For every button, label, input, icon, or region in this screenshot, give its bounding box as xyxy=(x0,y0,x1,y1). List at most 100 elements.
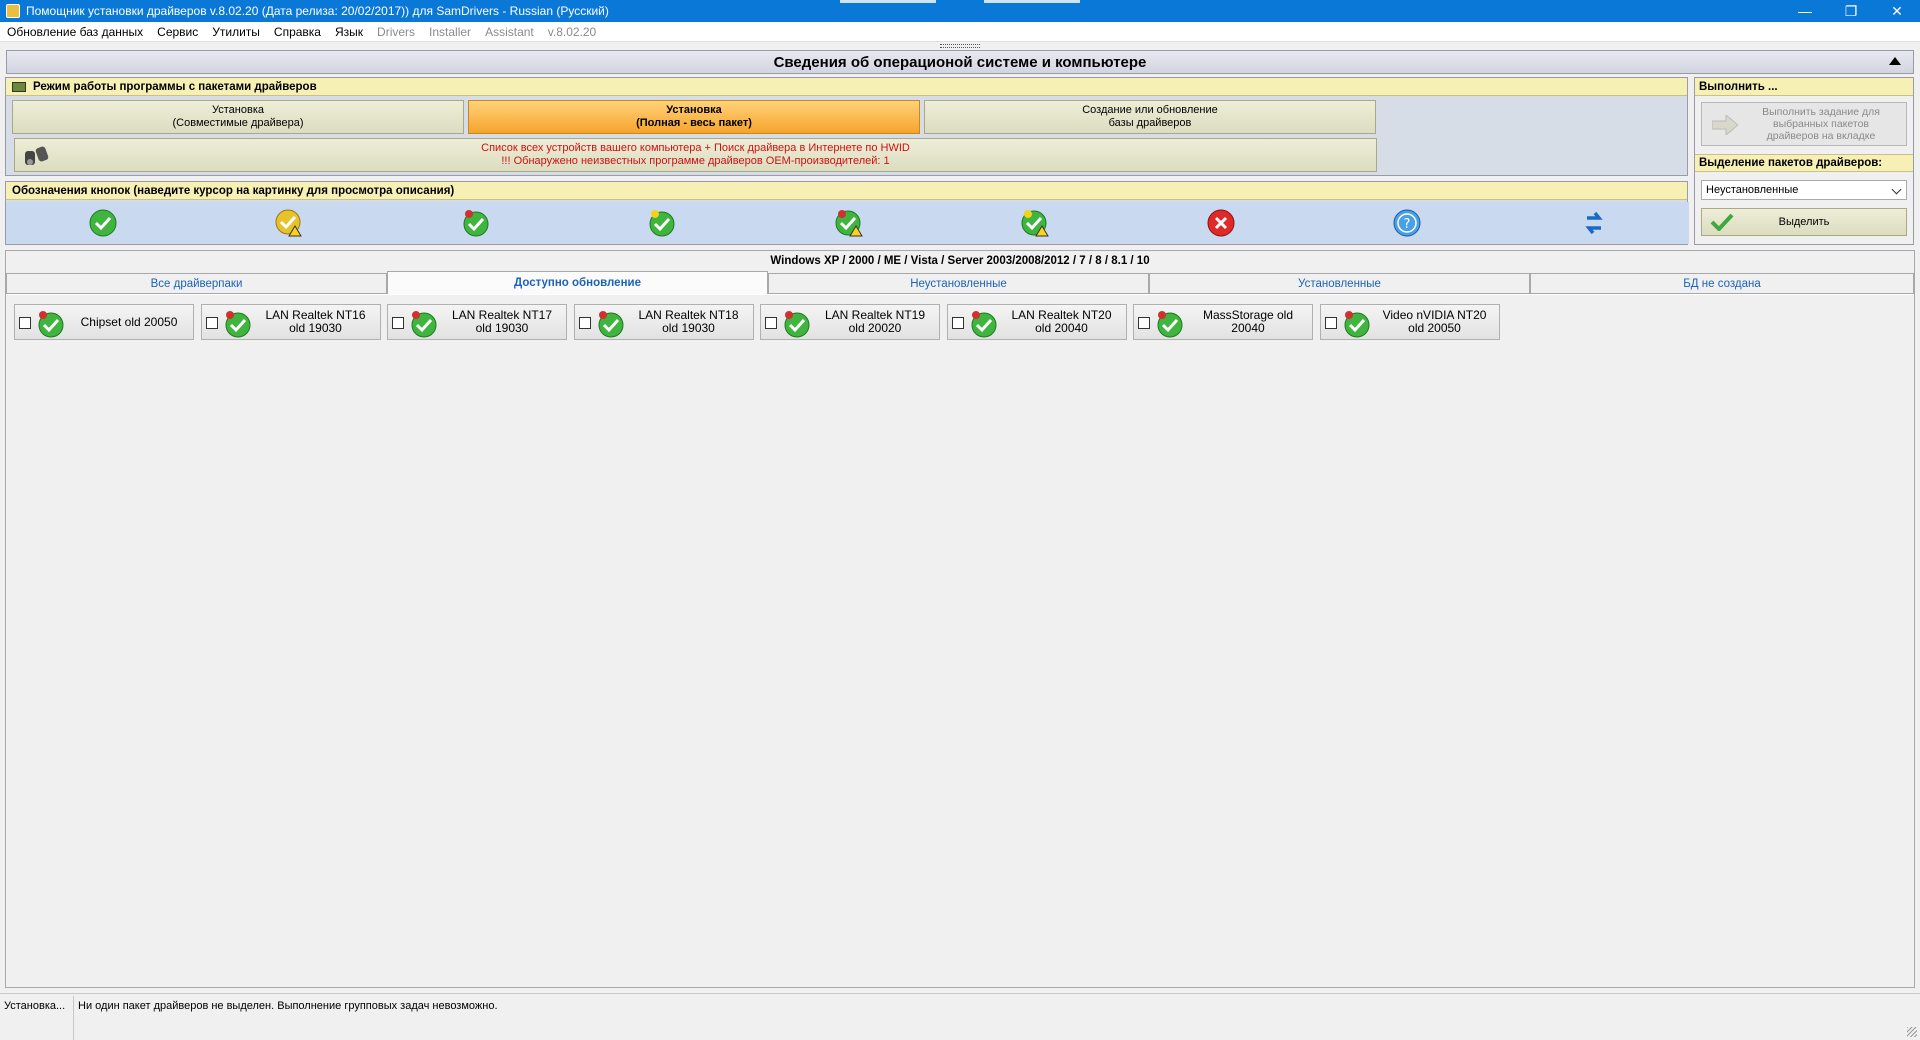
check-bulb-warning-icon[interactable] xyxy=(1020,208,1050,238)
minimize-button[interactable]: — xyxy=(1782,0,1828,22)
window-title: Помощник установки драйверов v.8.02.20 (… xyxy=(26,4,609,18)
package-label: Video nVIDIA NT20 old 20050 xyxy=(1382,308,1487,335)
os-versions-line: Windows XP / 2000 / ME / Vista / Server … xyxy=(770,255,1150,267)
legend-heading-text: Обозначения кнопок (наведите курсор на к… xyxy=(12,184,455,197)
update-check-icon xyxy=(411,311,437,338)
update-check-icon xyxy=(38,311,64,338)
menu-language[interactable]: Язык xyxy=(328,25,370,39)
chevron-down-icon xyxy=(1891,184,1902,195)
checkmark-icon xyxy=(1710,213,1734,231)
packages-area: Windows XP / 2000 / ME / Vista / Server … xyxy=(5,250,1915,988)
package-filter-value: Неустановленные xyxy=(1706,184,1799,196)
install-compatible-button[interactable]: Установка (Совместимые драйвера) xyxy=(12,100,464,134)
package-label: LAN Realtek NT19 old 20020 xyxy=(824,308,926,335)
device-list-line2: !!! Обнаружено неизвестных программе дра… xyxy=(501,155,890,167)
status-mode: Установка... xyxy=(4,1000,66,1012)
driver-package[interactable]: LAN Realtek NT16 old 19030 xyxy=(200,304,381,340)
refresh-arrows-icon[interactable] xyxy=(1579,208,1609,238)
menu-assistant: Assistant xyxy=(485,24,534,39)
package-checkbox[interactable] xyxy=(765,317,777,329)
menu-version: v.8.02.20 xyxy=(547,24,597,39)
execute-task-label: Выполнить задание для выбранных пакетов … xyxy=(1762,106,1880,142)
packages-list: Chipset old 20050 LAN Realtek NT16 old 19… xyxy=(6,294,1914,987)
package-checkbox[interactable] xyxy=(951,317,964,329)
driver-package[interactable]: Video nVIDIA NT20 old 20050 xyxy=(1319,304,1500,340)
error-x-icon[interactable] xyxy=(1206,208,1236,238)
check-bulb-icon[interactable] xyxy=(647,208,677,238)
package-checkbox[interactable] xyxy=(1324,317,1337,329)
tab-db-not-created[interactable]: БД не создана xyxy=(1530,273,1914,293)
panel-splitter[interactable] xyxy=(940,44,980,48)
tab-update-available[interactable]: Доступно обновление xyxy=(387,271,768,294)
button-line1: Установка xyxy=(212,104,264,116)
help-question-icon[interactable]: ? xyxy=(1392,208,1422,238)
package-label: MassStorage old 20040 xyxy=(1202,308,1294,335)
update-check-icon xyxy=(971,311,996,338)
update-check-icon xyxy=(225,311,250,338)
package-label: LAN Realtek NT20 old 20040 xyxy=(1011,308,1112,335)
app-icon xyxy=(6,4,20,18)
os-info-header[interactable]: Сведения об операционой системе и компью… xyxy=(6,50,1914,74)
os-info-title: Сведения об операционой системе и компью… xyxy=(773,53,1147,71)
driver-package[interactable]: Chipset old 20050 xyxy=(14,304,194,340)
install-full-button[interactable]: Установка (Полная - весь пакет) xyxy=(468,100,920,134)
package-checkbox[interactable] xyxy=(578,317,591,329)
title-accent-bar xyxy=(840,0,936,3)
package-label: LAN Realtek NT16 old 19030 xyxy=(265,308,366,335)
menu-update-databases[interactable]: Обновление баз данных xyxy=(0,25,150,39)
driver-package[interactable]: LAN Realtek NT19 old 20020 xyxy=(760,304,940,340)
update-check-icon[interactable] xyxy=(461,208,491,238)
title-accent-bar xyxy=(984,0,1080,3)
update-check-icon xyxy=(598,311,623,338)
right-panel: Выполнить ... Выполнить задание для выбр… xyxy=(1694,77,1914,245)
package-checkbox[interactable] xyxy=(19,317,31,329)
package-checkbox[interactable] xyxy=(1138,317,1150,329)
execute-task-button: Выполнить задание для выбранных пакетов … xyxy=(1701,102,1907,146)
package-label: LAN Realtek NT18 old 19030 xyxy=(638,308,739,335)
board-icon xyxy=(12,81,26,92)
status-separator xyxy=(73,996,74,1040)
button-line1: Создание или обновление xyxy=(1082,104,1218,116)
button-line2: базы драйверов xyxy=(1108,117,1192,129)
status-bar: Установка... Ни один пакет драйверов не … xyxy=(0,993,1920,1040)
menu-help[interactable]: Справка xyxy=(267,25,328,39)
mode-panel: Режим работы программы с пакетами драйве… xyxy=(5,77,1688,176)
button-line2: (Полная - весь пакет) xyxy=(636,117,752,129)
menu-utilities[interactable]: Утилиты xyxy=(205,25,267,39)
title-bar: Помощник установки драйверов v.8.02.20 (… xyxy=(0,0,1920,22)
update-warning-icon[interactable] xyxy=(834,208,864,238)
svg-text:?: ? xyxy=(1404,217,1411,232)
driver-package[interactable]: LAN Realtek NT18 old 19030 xyxy=(573,304,754,340)
select-heading: Выделение пакетов драйверов: xyxy=(1695,154,1913,172)
ok-check-icon[interactable] xyxy=(88,208,118,238)
menu-installer: Installer xyxy=(429,24,472,39)
device-list-line1: Список всех устройств вашего компьютера … xyxy=(481,142,910,154)
collapse-arrow-icon[interactable] xyxy=(1889,57,1901,65)
menu-service[interactable]: Сервис xyxy=(150,25,205,39)
driver-package[interactable]: LAN Realtek NT17 old 19030 xyxy=(387,304,567,340)
tab-installed[interactable]: Установленные xyxy=(1149,273,1530,293)
driver-package[interactable]: LAN Realtek NT20 old 20040 xyxy=(946,304,1127,340)
execute-heading: Выполнить ... xyxy=(1695,78,1913,96)
status-message: Ни один пакет драйверов не выделен. Выпо… xyxy=(78,1000,498,1012)
arrow-right-icon xyxy=(1712,115,1738,135)
package-checkbox[interactable] xyxy=(392,317,404,329)
mode-heading: Режим работы программы с пакетами драйве… xyxy=(6,78,1687,96)
driver-package[interactable]: MassStorage old 20040 xyxy=(1133,304,1313,340)
create-database-button[interactable]: Создание или обновление базы драйверов xyxy=(924,100,1376,134)
button-line2: (Совместимые драйвера) xyxy=(172,117,304,129)
check-warning-icon[interactable] xyxy=(274,208,304,238)
update-check-icon xyxy=(1157,311,1183,338)
device-list-button[interactable]: Список всех устройств вашего компьютера … xyxy=(14,138,1377,172)
tab-not-installed[interactable]: Неустановленные xyxy=(768,273,1149,293)
resize-grip[interactable] xyxy=(1907,1027,1917,1037)
binoculars-icon xyxy=(25,146,49,165)
package-checkbox[interactable] xyxy=(205,317,218,329)
package-filter-select[interactable]: Неустановленные xyxy=(1701,180,1907,200)
tab-all-driverpacks[interactable]: Все драйверпаки xyxy=(6,273,387,293)
restore-button[interactable]: ❐ xyxy=(1828,0,1874,22)
legend-heading: Обозначения кнопок (наведите курсор на к… xyxy=(6,182,1687,200)
select-packages-button[interactable]: Выделить xyxy=(1701,208,1907,236)
package-label: LAN Realtek NT17 old 19030 xyxy=(451,308,553,335)
close-button[interactable]: ✕ xyxy=(1874,0,1920,22)
